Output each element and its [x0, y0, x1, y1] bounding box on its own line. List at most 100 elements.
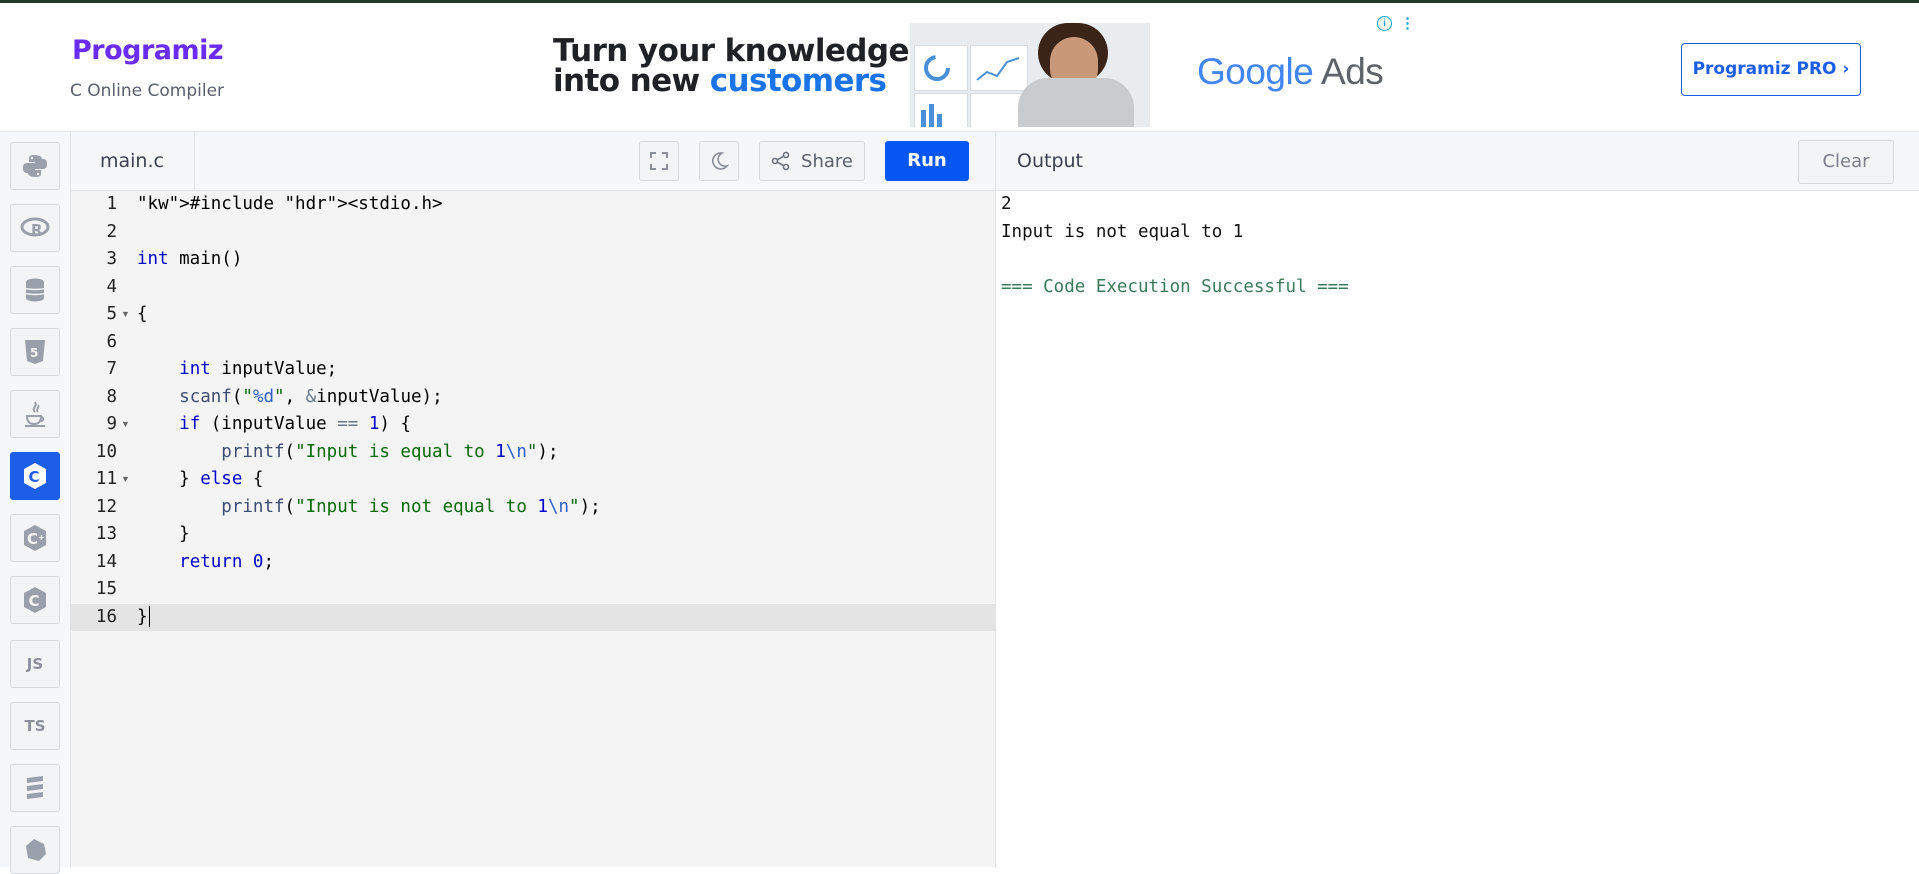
code-text: } [137, 524, 190, 544]
bar-chart-icon [921, 104, 942, 127]
cpp-icon: C + [24, 525, 46, 551]
code-text: int main() [137, 249, 243, 269]
output-console[interactable]: 2 Input is not equal to 1 === Code Execu… [996, 191, 1919, 867]
r-icon: R [20, 217, 50, 239]
sql-language-button[interactable] [10, 266, 60, 314]
code-text: int inputValue; [179, 359, 338, 379]
ad-info-icon[interactable]: i [1377, 16, 1392, 31]
programiz-logo[interactable]: Programiz [72, 35, 224, 66]
ads-wordmark: Ads [1313, 51, 1384, 92]
code-line[interactable]: 2 [71, 219, 995, 247]
execution-status: === Code Execution Successful === [1001, 276, 1349, 297]
code-text-content: } [137, 606, 148, 627]
page-subtitle: C Online Compiler [70, 81, 225, 101]
html5-icon: 5 [25, 340, 45, 364]
svg-text:C: C [27, 530, 38, 548]
ad-photo-bar-card [914, 93, 968, 127]
ad-headline-line2: into new customers [553, 63, 909, 99]
language-sidebar: R 5 C C + C JS TS [0, 132, 71, 874]
code-line[interactable]: 15 [71, 576, 995, 604]
c-language-icon: C [24, 463, 46, 489]
code-text: } else { [137, 469, 264, 489]
fullscreen-button[interactable] [639, 141, 679, 181]
svg-text:C: C [29, 468, 40, 486]
line-number: 15 [95, 579, 117, 599]
code-line[interactable]: 7 int inputValue; [71, 356, 995, 384]
code-line[interactable]: 9 ▼ if (inputValue == 1) { [71, 411, 995, 439]
fold-arrow-icon[interactable]: ▼ [121, 466, 130, 494]
c-language-button[interactable]: C [10, 452, 60, 500]
code-text: if (inputValue == 1) { [179, 414, 411, 434]
csharp-icon: C [24, 587, 46, 613]
python-icon [23, 155, 47, 177]
ad-photo-chart-card [914, 45, 968, 91]
line-number: 4 [106, 276, 117, 297]
line-number: 1 [106, 194, 117, 214]
ad-menu-icon[interactable]: ⋮ [1400, 16, 1415, 31]
google-ads-logo: Google Ads [1197, 51, 1384, 93]
line-number: 8 [106, 386, 117, 407]
code-line[interactable]: 1 "kw">#include "hdr"><stdio.h> [71, 191, 995, 219]
advertisement-banner[interactable]: Turn your knowledge into new customers G… [545, 6, 1425, 130]
code-text: printf("Input is equal to 1\n"); [221, 441, 559, 462]
python-language-button[interactable] [10, 142, 60, 190]
google-wordmark: Google [1197, 51, 1314, 92]
code-line[interactable]: 3 int main() [71, 246, 995, 274]
share-button[interactable]: Share [759, 141, 865, 181]
fold-arrow-icon[interactable]: ▼ [121, 301, 130, 329]
svg-text:+: + [38, 533, 45, 542]
clear-button[interactable]: Clear [1798, 140, 1894, 184]
output-title: Output [1017, 150, 1083, 172]
line-number: 11 [95, 469, 117, 489]
line-number: 2 [106, 221, 117, 242]
ad-photo-line-card [970, 45, 1028, 91]
run-button[interactable]: Run [885, 141, 969, 181]
ad-headline-line1: Turn your knowledge [553, 33, 910, 69]
code-line[interactable]: 8 scanf("%d", &inputValue); [71, 384, 995, 412]
code-line[interactable]: 10 printf("Input is equal to 1\n"); [71, 439, 995, 467]
go-language-button[interactable] [10, 764, 60, 812]
line-number: 5 [106, 304, 117, 324]
line-number: 3 [106, 249, 117, 269]
java-language-button[interactable] [10, 390, 60, 438]
code-line[interactable]: 14 return 0; [71, 549, 995, 577]
code-line[interactable]: 6 [71, 329, 995, 357]
text-cursor [148, 606, 151, 627]
csharp-language-button[interactable]: C [10, 576, 60, 624]
java-icon [25, 401, 45, 427]
javascript-language-button[interactable]: JS [10, 640, 60, 688]
r-language-button[interactable]: R [10, 204, 60, 252]
line-number: 14 [95, 551, 117, 572]
code-line-active[interactable]: 16 } [71, 603, 995, 631]
svg-text:R: R [31, 221, 43, 239]
dart-icon [26, 839, 46, 861]
database-icon [25, 278, 45, 302]
code-editor[interactable]: 1 "kw">#include "hdr"><stdio.h> 2 3 int … [71, 191, 995, 867]
programiz-pro-button[interactable]: Programiz PRO › [1681, 43, 1861, 96]
code-line[interactable]: 12 printf("Input is not equal to 1\n"); [71, 494, 995, 522]
ad-photo [910, 23, 1150, 127]
code-line[interactable]: 13 } [71, 521, 995, 549]
line-number: 10 [95, 441, 117, 462]
ad-headline: Turn your knowledge into new customers [553, 33, 910, 99]
cpp-language-button[interactable]: C + [10, 514, 60, 562]
code-text: printf("Input is not equal to 1\n"); [221, 496, 601, 517]
ad-headline-line2-a: into new [553, 63, 710, 99]
code-line[interactable]: 5 ▼ { [71, 301, 995, 329]
code-line[interactable]: 4 [71, 274, 995, 302]
html-language-button[interactable]: 5 [10, 328, 60, 376]
code-text: "kw">#include "hdr"><stdio.h> [137, 194, 443, 214]
line-number: 7 [106, 359, 117, 379]
line-number: 16 [95, 606, 117, 627]
output-line: 2 [1001, 194, 1012, 214]
svg-text:5: 5 [30, 346, 38, 360]
ad-person-jacket [1018, 78, 1134, 127]
file-tab-main-c[interactable]: main.c [71, 132, 195, 190]
dark-mode-toggle[interactable] [699, 141, 739, 181]
typescript-language-button[interactable]: TS [10, 702, 60, 750]
code-line[interactable]: 11 ▼ } else { [71, 466, 995, 494]
line-number: 13 [95, 524, 117, 544]
fullscreen-icon [650, 152, 668, 170]
fold-arrow-icon[interactable]: ▼ [121, 411, 130, 439]
code-text: scanf("%d", &inputValue); [179, 386, 443, 407]
